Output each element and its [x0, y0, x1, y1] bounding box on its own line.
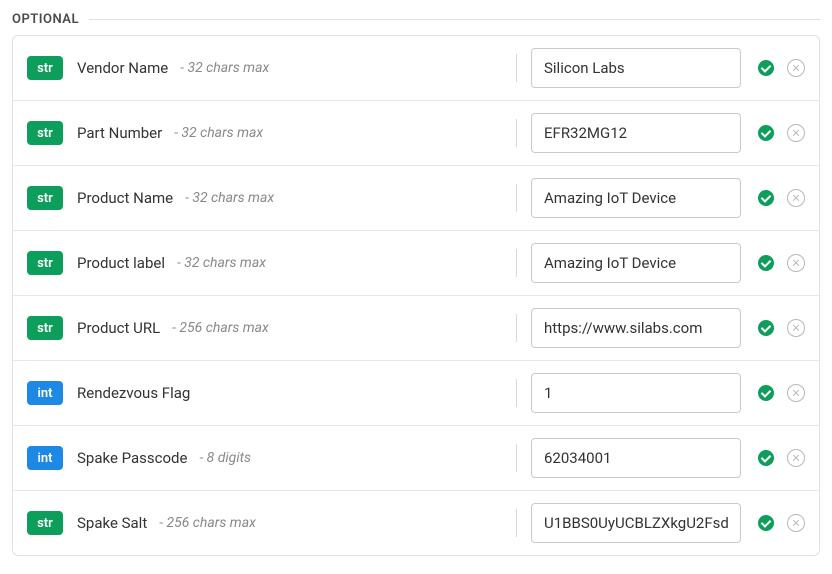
field-separator [516, 509, 517, 537]
field-label: Product Name [77, 189, 173, 207]
field-row-spake-salt: str Spake Salt - 256 chars max [13, 491, 819, 555]
type-badge-str: str [27, 186, 63, 210]
field-constraint: - 32 chars max [174, 125, 263, 141]
field-label: Spake Passcode [77, 449, 187, 467]
field-constraint: - 256 chars max [172, 320, 269, 336]
field-constraint: - 256 chars max [159, 515, 256, 531]
type-badge-str: str [27, 251, 63, 275]
field-separator [516, 379, 517, 407]
field-row-product-label: str Product label - 32 chars max [13, 231, 819, 296]
section-divider [89, 19, 820, 20]
field-row-spake-passcode: int Spake Passcode - 8 digits [13, 426, 819, 491]
optional-field-list: str Vendor Name - 32 chars max str Part … [12, 35, 820, 556]
type-badge-int: int [27, 446, 63, 470]
clear-button[interactable] [787, 59, 805, 77]
field-left: str Product URL - 256 chars max [27, 316, 512, 340]
type-badge-int: int [27, 381, 63, 405]
clear-button[interactable] [787, 254, 805, 272]
field-label: Part Number [77, 124, 162, 142]
field-row-part-number: str Part Number - 32 chars max [13, 101, 819, 166]
field-label: Rendezvous Flag [77, 384, 190, 402]
type-badge-str: str [27, 316, 63, 340]
valid-check-icon [757, 514, 775, 532]
field-label: Spake Salt [77, 514, 147, 532]
section-header: OPTIONAL [12, 12, 820, 27]
product-url-input[interactable] [531, 308, 741, 348]
valid-check-icon [757, 124, 775, 142]
section-title: OPTIONAL [12, 12, 89, 27]
field-label: Product URL [77, 319, 160, 337]
valid-check-icon [757, 59, 775, 77]
clear-button[interactable] [787, 514, 805, 532]
part-number-input[interactable] [531, 113, 741, 153]
clear-button[interactable] [787, 384, 805, 402]
field-separator [516, 249, 517, 277]
field-constraint: - 32 chars max [177, 255, 266, 271]
valid-check-icon [757, 254, 775, 272]
field-constraint: - 8 digits [199, 450, 251, 466]
field-label: Vendor Name [77, 59, 168, 77]
product-label-input[interactable] [531, 243, 741, 283]
clear-button[interactable] [787, 124, 805, 142]
field-separator [516, 444, 517, 472]
field-left: str Vendor Name - 32 chars max [27, 56, 512, 80]
field-left: str Part Number - 32 chars max [27, 121, 512, 145]
type-badge-str: str [27, 56, 63, 80]
field-left: int Rendezvous Flag [27, 381, 512, 405]
valid-check-icon [757, 189, 775, 207]
field-row-product-name: str Product Name - 32 chars max [13, 166, 819, 231]
field-left: int Spake Passcode - 8 digits [27, 446, 512, 470]
field-constraint: - 32 chars max [180, 60, 269, 76]
field-separator [516, 119, 517, 147]
field-separator [516, 54, 517, 82]
valid-check-icon [757, 384, 775, 402]
field-separator [516, 184, 517, 212]
product-name-input[interactable] [531, 178, 741, 218]
field-row-product-url: str Product URL - 256 chars max [13, 296, 819, 361]
field-left: str Product label - 32 chars max [27, 251, 512, 275]
field-row-vendor-name: str Vendor Name - 32 chars max [13, 36, 819, 101]
type-badge-str: str [27, 121, 63, 145]
spake-passcode-input[interactable] [531, 438, 741, 478]
clear-button[interactable] [787, 189, 805, 207]
field-label: Product label [77, 254, 165, 272]
field-row-rendezvous-flag: int Rendezvous Flag [13, 361, 819, 426]
valid-check-icon [757, 319, 775, 337]
valid-check-icon [757, 449, 775, 467]
spake-salt-input[interactable] [531, 503, 741, 543]
field-left: str Product Name - 32 chars max [27, 186, 512, 210]
field-left: str Spake Salt - 256 chars max [27, 511, 512, 535]
field-separator [516, 314, 517, 342]
clear-button[interactable] [787, 449, 805, 467]
vendor-name-input[interactable] [531, 48, 741, 88]
field-constraint: - 32 chars max [185, 190, 274, 206]
clear-button[interactable] [787, 319, 805, 337]
rendezvous-flag-input[interactable] [531, 373, 741, 413]
type-badge-str: str [27, 511, 63, 535]
